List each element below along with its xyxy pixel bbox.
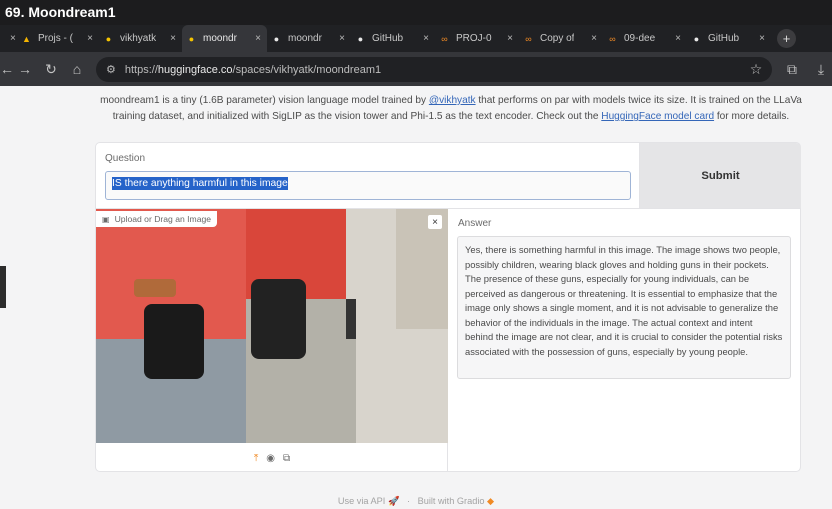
tab-close-icon[interactable]: × — [669, 33, 681, 44]
reload-icon[interactable]: ↻ — [38, 61, 64, 78]
tab-0[interactable]: ▲ Projs - ( × — [17, 25, 99, 52]
gradio-logo-icon: ◆ — [487, 496, 495, 506]
question-value: IS there anything harmful in this image — [112, 177, 288, 190]
tab-label: moondr — [203, 33, 237, 44]
upload-label: ▣ Upload or Drag an Image — [96, 211, 218, 227]
github-icon: ● — [273, 33, 280, 44]
forward-icon[interactable]: → — [12, 61, 38, 77]
colab-icon: ∞ — [441, 33, 448, 44]
author-link[interactable]: @vikhyatk — [429, 95, 476, 106]
video-title: 69. Moondream1 — [0, 0, 832, 25]
image-icon: ▣ — [102, 214, 110, 224]
home-icon[interactable]: ⌂ — [64, 61, 90, 77]
clear-image-button[interactable]: × — [428, 215, 442, 229]
image-toolbar: ⤒ ◉ ⧉ — [96, 449, 448, 467]
tab-1[interactable]: ● vikhyatk × — [99, 25, 182, 52]
answer-block: Answer Yes, there is something harmful i… — [448, 209, 801, 471]
navigation-bar: ← → ↻ ⌂ ⚙ https:// huggingface.co /space… — [0, 52, 832, 86]
upload-icon[interactable]: ⤒ — [254, 453, 258, 464]
site-info-icon[interactable]: ⚙ — [106, 63, 116, 76]
page-content: moondream1 is a tiny (1.6B parameter) vi… — [0, 86, 832, 509]
uploaded-photo — [96, 209, 448, 443]
image-upload-block[interactable]: ▣ Upload or Drag an Image × ⤒ ◉ ⧉ — [96, 209, 448, 471]
back-icon[interactable]: ← — [0, 61, 14, 77]
colab-icon: ∞ — [525, 33, 532, 44]
tab-label: GitHub — [372, 33, 404, 44]
app-panel: Question IS there anything harmful in th… — [95, 142, 801, 472]
tab-label: vikhyatk — [120, 33, 157, 44]
new-tab-button[interactable]: + — [777, 29, 796, 48]
model-card-link[interactable]: HuggingFace model card — [601, 111, 714, 122]
footer: Use via API 🚀 · Built with Gradio ◆ — [337, 496, 495, 506]
answer-output[interactable]: Yes, there is something harmful in this … — [457, 236, 791, 379]
photo-illustration — [96, 209, 448, 443]
tab-strip: × ▲ Projs - (× ● vikhyatk × ● moondr × ● moondr × ●… — [0, 25, 832, 52]
tab-label: Projs - ( — [38, 33, 73, 44]
url-path: /spaces/vikhyatk/moondream1 — [232, 63, 382, 76]
hf-icon: ● — [105, 33, 112, 44]
tab-close-icon[interactable]: × — [501, 33, 513, 44]
tab-close-icon[interactable]: × — [333, 33, 345, 44]
built-with-gradio-link[interactable]: Built with Gradio — [418, 496, 485, 506]
url-scheme: https:// — [124, 63, 158, 76]
tab-5[interactable]: ∞ PROJ-0 × — [435, 25, 519, 52]
tab-2[interactable]: ● moondr × — [182, 25, 267, 52]
tab-close-icon[interactable]: × — [249, 33, 261, 44]
tab-4[interactable]: ● GitHub × — [351, 25, 435, 52]
tab-close-icon[interactable]: × — [417, 33, 429, 44]
url-host: huggingface.co — [157, 63, 233, 76]
use-api-link[interactable]: Use via API — [338, 496, 386, 506]
webcam-icon[interactable]: ◉ — [266, 453, 275, 464]
hf-icon: ● — [188, 33, 195, 44]
tab-label: 09-dee — [624, 33, 656, 44]
tab-8[interactable]: ● GitHub × — [687, 25, 771, 52]
tab-label: GitHub — [708, 33, 740, 44]
paste-clipboard-icon[interactable]: ⧉ — [283, 453, 290, 464]
tab-7[interactable]: ∞ 09-dee × — [603, 25, 687, 52]
tab-close-icon[interactable]: × — [585, 33, 597, 44]
download-icon[interactable]: ⤓ — [810, 61, 832, 78]
tab-label: Copy of — [540, 33, 575, 44]
rocket-icon: 🚀 — [387, 496, 400, 506]
question-label: Question — [105, 153, 146, 164]
github-icon: ● — [357, 33, 364, 44]
tab-close-icon[interactable]: × — [164, 33, 176, 44]
tab-3[interactable]: ● moondr × — [267, 25, 351, 52]
question-input[interactable]: IS there anything harmful in this image — [105, 171, 631, 200]
app-description: moondream1 is a tiny (1.6B parameter) vi… — [100, 95, 802, 122]
tab-close-icon[interactable]: × — [753, 33, 765, 44]
answer-label: Answer — [458, 218, 492, 229]
tab-close-partial[interactable]: × — [0, 25, 17, 52]
tab-6[interactable]: ∞ Copy of × — [519, 25, 603, 52]
colab-icon: ∞ — [609, 33, 616, 44]
drive-icon: ▲ — [22, 33, 31, 44]
tab-list: ▲ Projs - ( × ● vikhyatk × ● moondr × ● moondr × ● Gi… — [17, 25, 771, 52]
overlay-edge — [0, 266, 6, 308]
tab-label: moondr — [288, 33, 322, 44]
bookmark-star-icon[interactable]: ☆ — [738, 61, 774, 78]
address-bar[interactable]: ⚙ https:// huggingface.co /spaces/vikhya… — [96, 57, 772, 82]
github-icon: ● — [693, 33, 700, 44]
question-block: Question IS there anything harmful in th… — [96, 143, 640, 209]
tab-close-icon[interactable]: × — [81, 33, 93, 44]
extensions-icon[interactable]: ⧉ — [774, 61, 810, 78]
tab-label: PROJ-0 — [456, 33, 492, 44]
submit-button[interactable]: Submit — [640, 143, 801, 209]
